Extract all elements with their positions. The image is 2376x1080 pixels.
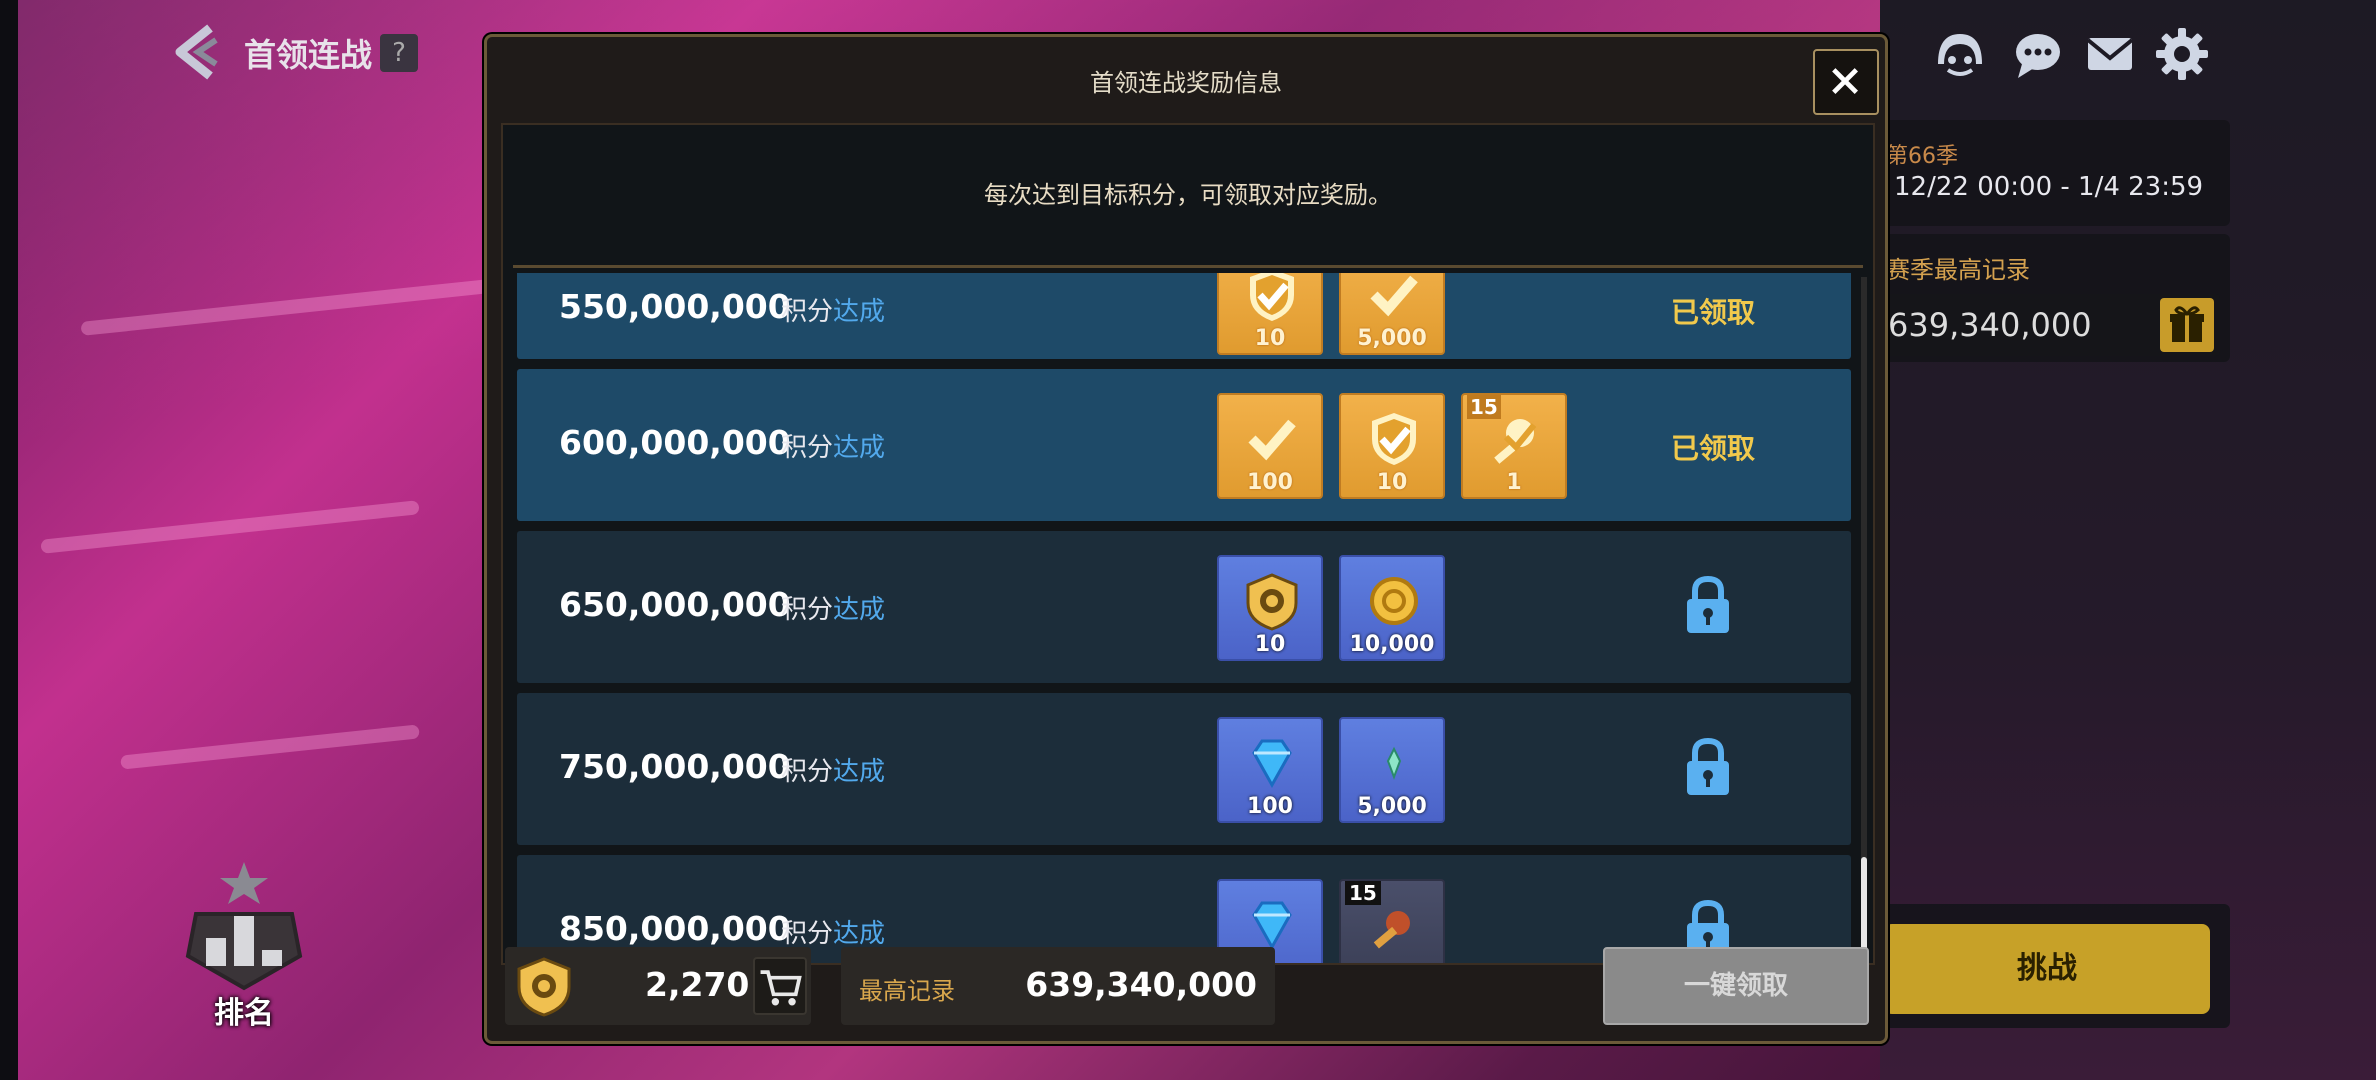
close-button[interactable]: [1813, 49, 1879, 115]
back-button[interactable]: [170, 22, 222, 82]
reward-panel: 每次达到目标积分，可领取对应奖励。 550,000,000 积分达成 10 5,…: [501, 123, 1875, 965]
mail-icon[interactable]: [2080, 24, 2140, 84]
reward-item[interactable]: 10: [1217, 273, 1323, 355]
gold-coin-icon: [1370, 577, 1418, 625]
blue-diamond-icon: [1252, 739, 1292, 789]
season-record-value-box: 639,340,000: [1880, 294, 2220, 356]
divider: [513, 265, 1863, 268]
ranking-icon: [185, 862, 303, 991]
challenge-button[interactable]: 挑战: [1884, 924, 2210, 1014]
reward-info-dialog: 首领连战奖励信息 每次达到目标积分，可领取对应奖励。 550,000,000 积…: [484, 34, 1888, 1044]
claim-all-button[interactable]: 一键领取: [1603, 947, 1869, 1025]
reward-row: 650,000,000 积分达成 10 10,000: [517, 531, 1851, 683]
best-record: 最高记录 639,340,000: [841, 947, 1275, 1025]
ranking-label: 排名: [214, 996, 274, 1031]
score-label: 积分达成: [781, 297, 886, 327]
gear-icon[interactable]: [2152, 24, 2212, 84]
points-value: 2,270: [645, 965, 750, 1004]
score-label: 积分达成: [781, 595, 886, 625]
reward-item[interactable]: 5,000: [1339, 717, 1445, 823]
gold-shield-check-icon: [1250, 273, 1294, 321]
target-score: 600,000,000: [559, 423, 791, 462]
target-score: 750,000,000: [559, 747, 791, 786]
target-score: 850,000,000: [559, 909, 791, 948]
chat-icon[interactable]: [2008, 24, 2068, 84]
season-record-value: 639,340,000: [1888, 306, 2092, 344]
reward-row: 550,000,000 积分达成 10 5,000 已领取: [517, 273, 1851, 359]
reward-item[interactable]: 5,000: [1339, 273, 1445, 355]
scrollbar-track[interactable]: [1861, 277, 1867, 957]
ranking-button[interactable]: 排名: [176, 860, 312, 1031]
gold-weapon-check-icon: [1494, 419, 1537, 464]
claimed-status: 已领取: [1671, 296, 1756, 329]
challenge-panel: 挑战: [1880, 904, 2230, 1028]
reward-item[interactable]: 10,000: [1339, 555, 1445, 661]
target-score: 550,000,000: [559, 287, 791, 326]
reward-item[interactable]: 100: [1217, 393, 1323, 499]
reward-item[interactable]: 10: [1339, 393, 1445, 499]
lock-icon: [1687, 575, 1729, 633]
reward-item[interactable]: 15 1: [1461, 393, 1567, 499]
reward-item[interactable]: 15: [1339, 879, 1445, 963]
reward-item[interactable]: 100: [1217, 717, 1323, 823]
score-label: 积分达成: [781, 757, 886, 787]
green-crystal-icon: [1386, 746, 1402, 780]
close-icon: [1832, 68, 1858, 94]
boss-shield-icon: [1246, 573, 1298, 631]
back-arrow-icon: [175, 24, 218, 80]
claimed-status: 已领取: [1671, 432, 1756, 465]
score-label: 积分达成: [781, 919, 886, 949]
gold-shield-check-icon: [1372, 413, 1416, 465]
scrollbar-thumb[interactable]: [1861, 857, 1867, 953]
dialog-title: 首领连战奖励信息: [1090, 69, 1282, 97]
screen-edge: [0, 0, 18, 1080]
gift-button[interactable]: [2160, 298, 2214, 352]
lock-icon: [1687, 737, 1729, 795]
season-dates: 12/22 00:00 - 1/4 23:59: [1894, 172, 2204, 202]
best-record-label: 最高记录: [859, 977, 955, 1005]
season-name: 第66季: [1886, 144, 1958, 169]
season-record: 赛季最高记录 639,340,000: [1880, 234, 2230, 362]
reward-list[interactable]: 550,000,000 积分达成 10 5,000 已领取 600,000,00…: [503, 273, 1877, 963]
reward-item[interactable]: 10: [1217, 555, 1323, 661]
dialog-description: 每次达到目标积分，可领取对应奖励。: [984, 181, 1392, 209]
red-weapon-icon: [1373, 911, 1410, 949]
gold-check-icon: [1370, 275, 1418, 317]
gift-icon: [2170, 306, 2204, 342]
shop-button[interactable]: [753, 957, 807, 1015]
target-score: 650,000,000: [559, 585, 791, 624]
guild-icon[interactable]: [1930, 24, 1990, 84]
page-title: 首领连战: [244, 36, 373, 74]
help-button[interactable]: ?: [380, 34, 418, 72]
reward-row: 750,000,000 积分达成 100 5,000: [517, 693, 1851, 845]
reward-row: 600,000,000 积分达成 100 10 15 1 已领取: [517, 369, 1851, 521]
season-info: 第66季 12/22 00:00 - 1/4 23:59: [1880, 120, 2230, 226]
gold-check-icon: [1248, 419, 1296, 461]
season-record-label: 赛季最高记录: [1886, 256, 2030, 284]
best-record-value: 639,340,000: [1025, 965, 1257, 1004]
cart-icon: [760, 970, 802, 1006]
boss-shield-icon: [517, 957, 571, 1017]
blue-diamond-icon: [1252, 901, 1292, 951]
points-balance: 2,270: [505, 947, 811, 1025]
score-label: 积分达成: [781, 433, 886, 463]
